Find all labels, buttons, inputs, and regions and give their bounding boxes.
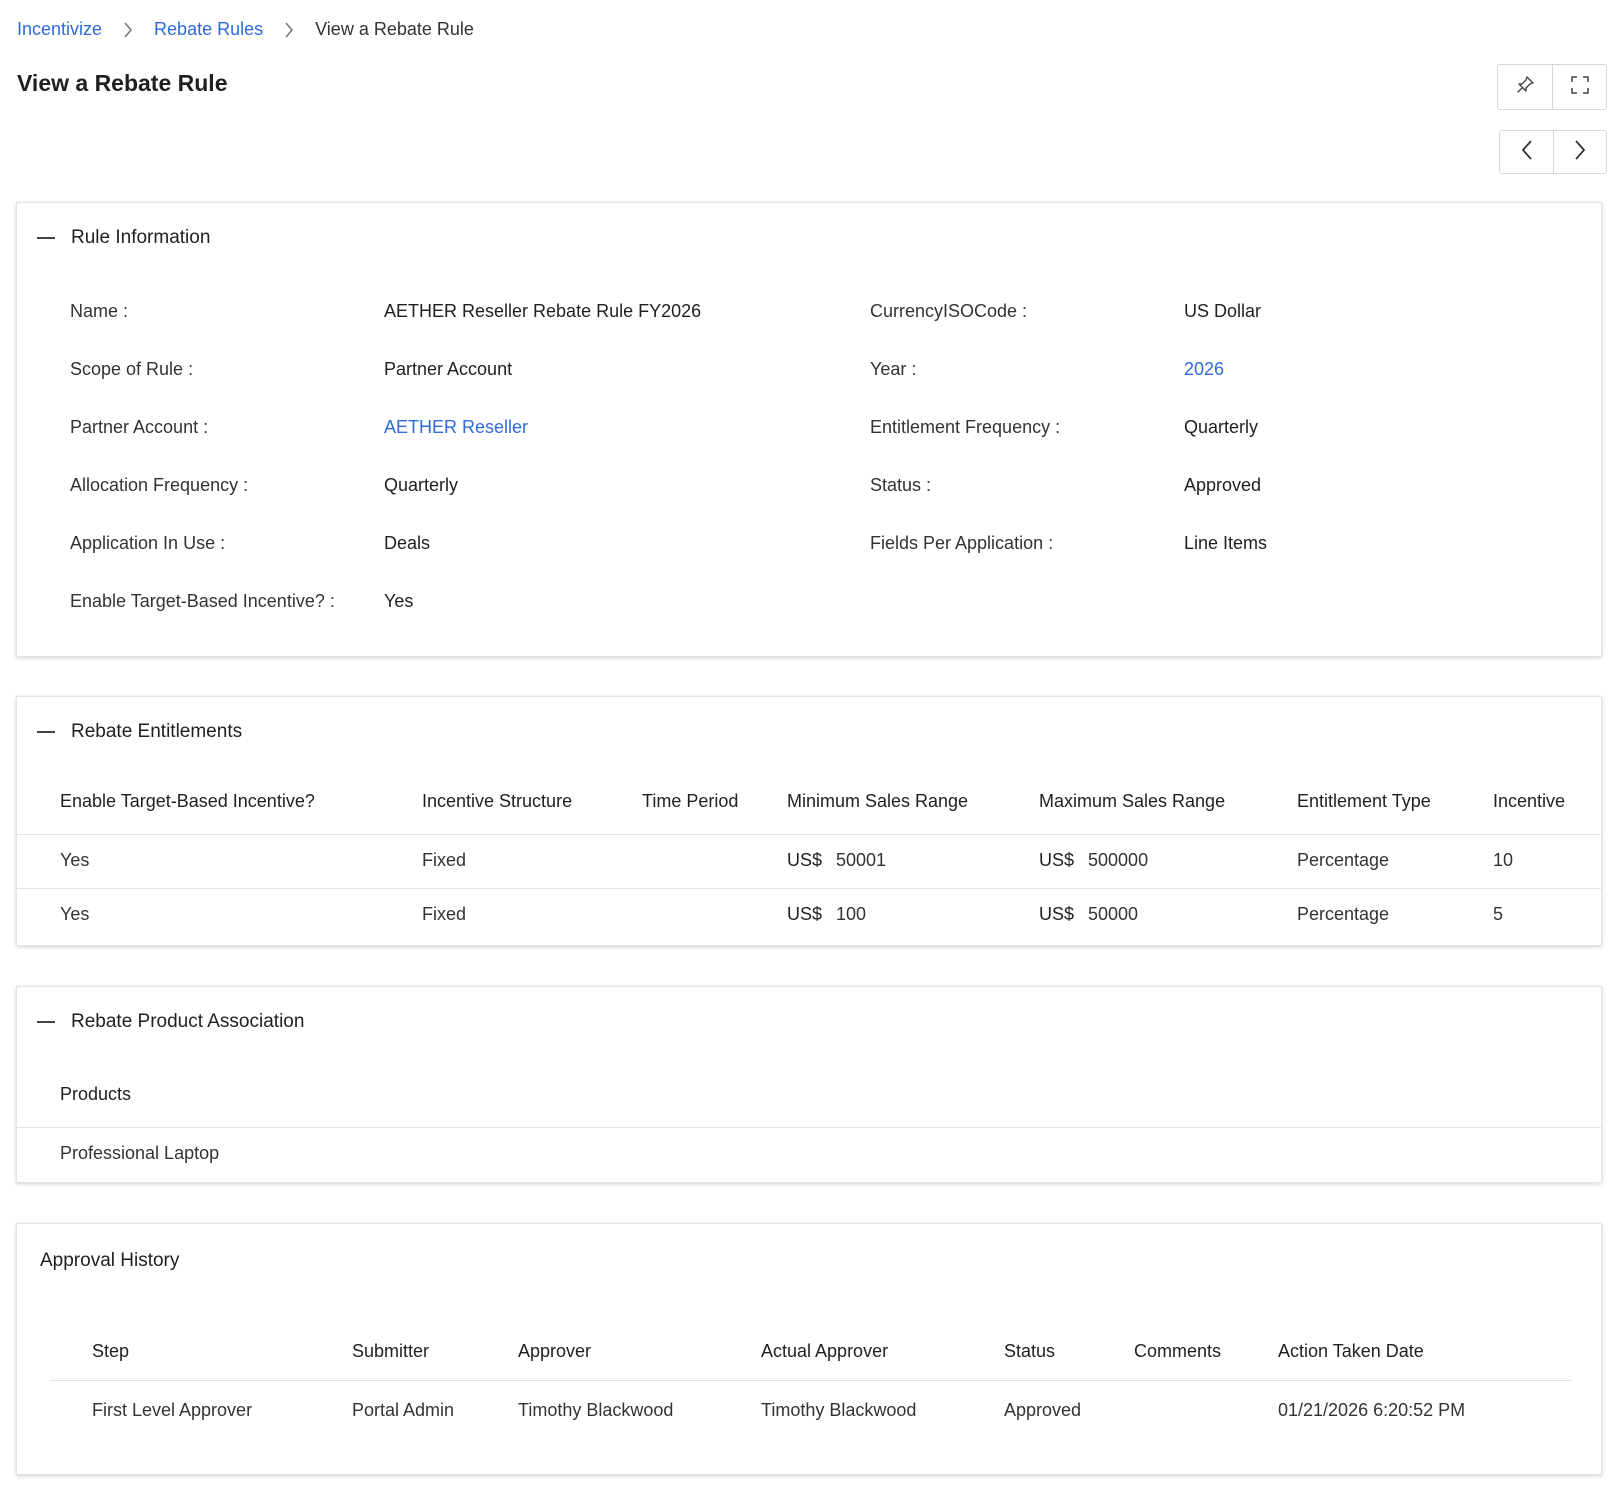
column-header: Incentive xyxy=(1493,791,1566,811)
rebate-product-association-card: Rebate Product Association Products Prof… xyxy=(16,986,1602,1183)
column-header: Entitlement Type xyxy=(1297,791,1431,811)
column-header: Step xyxy=(92,1341,130,1361)
field-value-fields-per-application: Line Items xyxy=(1184,533,1268,553)
column-header: Status xyxy=(1004,1341,1056,1361)
field-value-application: Deals xyxy=(384,533,431,553)
divider xyxy=(17,888,1601,889)
column-header: Maximum Sales Range xyxy=(1039,791,1226,811)
page-title: View a Rebate Rule xyxy=(17,70,228,96)
chevron-right-icon xyxy=(102,22,154,38)
cell-target: Yes xyxy=(60,850,90,870)
cell-incentive: 10 xyxy=(1493,850,1514,870)
field-label-currency: CurrencyISOCode : xyxy=(870,301,1028,321)
rule-information-card: Rule Information Name : AETHER Reseller … xyxy=(16,202,1602,657)
pin-icon xyxy=(1515,75,1535,100)
breadcrumb-rebate-rules[interactable]: Rebate Rules xyxy=(154,19,263,40)
divider xyxy=(50,1380,1571,1381)
field-value-allocation-frequency: Quarterly xyxy=(384,475,459,495)
cell-max-value: 50000 xyxy=(1088,904,1139,924)
cell-structure: Fixed xyxy=(422,850,467,870)
cell-actual-approver: Timothy Blackwood xyxy=(761,1400,917,1420)
field-label-entitlement-frequency: Entitlement Frequency : xyxy=(870,417,1061,437)
field-value-status: Approved xyxy=(1184,475,1262,495)
cell-approver: Timothy Blackwood xyxy=(518,1400,674,1420)
field-label-partner-account: Partner Account : xyxy=(70,417,209,437)
cell-min-sales: US$ 100 xyxy=(787,904,866,925)
field-value-scope: Partner Account xyxy=(384,359,513,379)
cell-min-sales: US$ 50001 xyxy=(787,850,886,871)
divider xyxy=(17,834,1601,835)
column-header: Minimum Sales Range xyxy=(787,791,969,811)
cell-min-value: 100 xyxy=(836,904,867,924)
field-value-target-based: Yes xyxy=(384,591,414,611)
next-button[interactable] xyxy=(1553,131,1606,173)
column-header: Submitter xyxy=(352,1341,430,1361)
rebate-entitlements-card: Rebate Entitlements Enable Target-Based … xyxy=(16,696,1602,946)
cell-structure: Fixed xyxy=(422,904,467,924)
chevron-right-icon xyxy=(1573,139,1587,166)
collapse-icon[interactable] xyxy=(37,1021,55,1023)
fullscreen-button[interactable] xyxy=(1552,65,1606,109)
section-title: Rebate Entitlements xyxy=(71,721,243,742)
cell-submitter: Portal Admin xyxy=(352,1400,455,1420)
cell-max-value: 500000 xyxy=(1088,850,1149,870)
currency-symbol: US$ xyxy=(1039,904,1075,924)
rule-information-header: Rule Information xyxy=(37,227,210,249)
field-label-scope: Scope of Rule : xyxy=(70,359,194,379)
field-label-name: Name : xyxy=(70,301,129,321)
cell-min-value: 50001 xyxy=(836,850,887,870)
breadcrumb-incentivize[interactable]: Incentivize xyxy=(17,19,102,40)
field-value-entitlement-frequency: Quarterly xyxy=(1184,417,1259,437)
cell-action-date: 01/21/2026 6:20:52 PM xyxy=(1278,1400,1466,1420)
field-value-currency: US Dollar xyxy=(1184,301,1262,321)
currency-symbol: US$ xyxy=(1039,850,1075,870)
column-header: Actual Approver xyxy=(761,1341,889,1361)
column-header: Approver xyxy=(518,1341,592,1361)
expand-icon xyxy=(1570,75,1590,100)
section-title: Approval History xyxy=(40,1250,180,1271)
field-value-name: AETHER Reseller Rebate Rule FY2026 xyxy=(384,301,702,321)
field-label-target-based: Enable Target-Based Incentive? : xyxy=(70,591,335,611)
cell-status: Approved xyxy=(1004,1400,1082,1420)
cell-target: Yes xyxy=(60,904,90,924)
year-link[interactable]: 2026 xyxy=(1184,359,1224,380)
currency-symbol: US$ xyxy=(787,904,823,924)
divider xyxy=(17,1127,1601,1128)
rebate-entitlements-header: Rebate Entitlements xyxy=(37,721,242,743)
collapse-icon[interactable] xyxy=(37,731,55,733)
column-header: Incentive Structure xyxy=(422,791,573,811)
approval-history-card: Approval History Step Submitter Approver… xyxy=(16,1223,1602,1475)
breadcrumb: Incentivize Rebate Rules View a Rebate R… xyxy=(17,19,474,40)
field-label-fields-per-application: Fields Per Application : xyxy=(870,533,1054,553)
collapse-icon[interactable] xyxy=(37,237,55,239)
column-header: Enable Target-Based Incentive? xyxy=(60,791,315,811)
section-title: Rebate Product Association xyxy=(71,1011,305,1032)
cell-max-sales: US$ 500000 xyxy=(1039,850,1148,871)
column-header: Time Period xyxy=(642,791,739,811)
section-title: Rule Information xyxy=(71,227,211,248)
chevron-right-icon xyxy=(263,22,315,38)
cell-type: Percentage xyxy=(1297,904,1390,924)
cell-type: Percentage xyxy=(1297,850,1390,870)
chevron-left-icon xyxy=(1520,139,1534,166)
product-association-header: Rebate Product Association xyxy=(37,1011,304,1033)
field-label-year: Year : xyxy=(870,359,917,379)
column-header: Products xyxy=(60,1084,132,1104)
previous-button[interactable] xyxy=(1500,131,1553,173)
currency-symbol: US$ xyxy=(787,850,823,870)
record-navigation xyxy=(1499,130,1607,174)
view-actions xyxy=(1497,64,1607,110)
partner-account-link[interactable]: AETHER Reseller xyxy=(384,417,528,438)
cell-incentive: 5 xyxy=(1493,904,1504,924)
cell-max-sales: US$ 50000 xyxy=(1039,904,1138,925)
field-label-application: Application In Use : xyxy=(70,533,226,553)
cell-step: First Level Approver xyxy=(92,1400,253,1420)
column-header: Action Taken Date xyxy=(1278,1341,1424,1361)
column-header: Comments xyxy=(1134,1341,1222,1361)
field-label-status: Status : xyxy=(870,475,932,495)
pin-button[interactable] xyxy=(1498,65,1552,109)
product-link[interactable]: Professional Laptop xyxy=(60,1143,219,1164)
field-label-allocation-frequency: Allocation Frequency : xyxy=(70,475,249,495)
breadcrumb-current: View a Rebate Rule xyxy=(315,19,474,39)
